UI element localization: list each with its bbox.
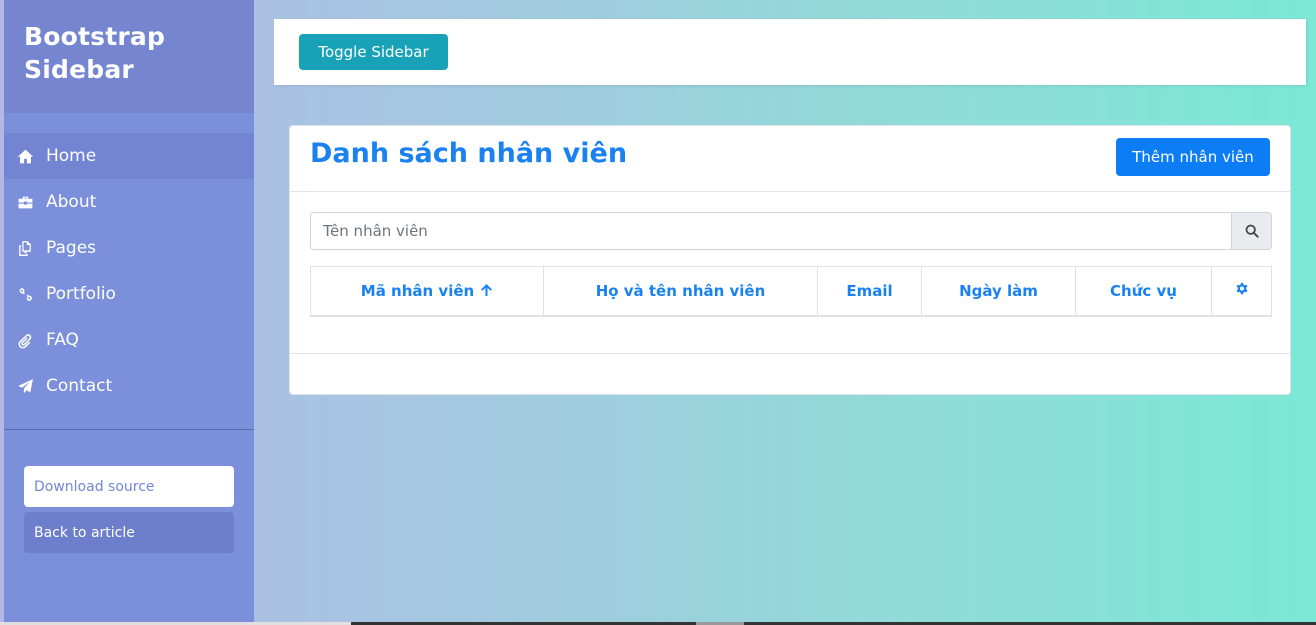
column-label: Mã nhân viên (360, 281, 475, 300)
sidebar-item-label: Home (46, 146, 97, 166)
column-label: Email (846, 282, 893, 300)
column-settings[interactable] (1211, 266, 1272, 316)
column-email[interactable]: Email (817, 266, 922, 316)
column-full-name[interactable]: Họ và tên nhân viên (543, 266, 818, 316)
sidebar-nav: Home About Pages Portfolio FAQ Contact (4, 133, 254, 409)
home-icon (14, 147, 36, 165)
sidebar-title: Bootstrap Sidebar (24, 20, 234, 86)
sidebar-item-faq[interactable]: FAQ (4, 317, 254, 363)
column-employee-id[interactable]: Mã nhân viên (311, 267, 544, 317)
sidebar-item-label: Portfolio (46, 284, 116, 304)
employee-table: Mã nhân viên Họ và tên nhân viên Email N… (310, 266, 1272, 317)
sidebar-item-contact[interactable]: Contact (4, 363, 254, 409)
search-button[interactable] (1231, 212, 1272, 250)
employee-list-card: Danh sách nhân viên Thêm nhân viên Mã nh… (289, 125, 1291, 395)
paper-plane-icon (14, 377, 36, 395)
column-position[interactable]: Chức vụ (1075, 266, 1212, 316)
sidebar-item-pages[interactable]: Pages (4, 225, 254, 271)
search-input[interactable] (310, 212, 1231, 250)
gear-icon (1236, 282, 1247, 295)
sort-arrow-up-icon (480, 283, 493, 301)
column-start-date[interactable]: Ngày làm (921, 266, 1076, 316)
sidebar-item-home[interactable]: Home (4, 133, 254, 179)
sidebar-item-label: Pages (46, 238, 97, 258)
briefcase-icon (14, 193, 36, 211)
sidebar-item-label: Contact (46, 376, 113, 396)
sidebar-item-portfolio[interactable]: Portfolio (4, 271, 254, 317)
sidebar-title-line2: Sidebar (24, 55, 134, 84)
paperclip-icon (14, 331, 36, 349)
search-group (310, 212, 1272, 250)
sidebar: Bootstrap Sidebar Home About Pages Portf… (4, 0, 254, 622)
sidebar-divider (4, 429, 254, 430)
table-header-row: Mã nhân viên Họ và tên nhân viên Email N… (311, 266, 1272, 317)
sidebar-item-label: About (46, 192, 97, 212)
search-icon (1245, 224, 1259, 238)
card-footer-divider (290, 353, 1290, 354)
sidebar-item-label: FAQ (46, 330, 79, 350)
column-label: Họ và tên nhân viên (595, 282, 766, 300)
sidebar-title-line1: Bootstrap (24, 22, 166, 51)
sidebar-header: Bootstrap Sidebar (4, 0, 254, 113)
add-employee-button[interactable]: Thêm nhân viên (1116, 138, 1270, 176)
back-to-article-button[interactable]: Back to article (24, 512, 234, 553)
column-label: Chức vụ (1110, 282, 1177, 300)
copy-icon (14, 239, 36, 257)
column-label: Ngày làm (959, 282, 1038, 300)
link-icon (14, 285, 36, 303)
top-navbar: Toggle Sidebar (274, 19, 1306, 85)
download-source-button[interactable]: Download source (24, 466, 234, 507)
page-title: Danh sách nhân viên (310, 138, 628, 169)
card-header: Danh sách nhân viên Thêm nhân viên (290, 126, 1290, 192)
toggle-sidebar-button[interactable]: Toggle Sidebar (299, 34, 448, 70)
sidebar-item-about[interactable]: About (4, 179, 254, 225)
